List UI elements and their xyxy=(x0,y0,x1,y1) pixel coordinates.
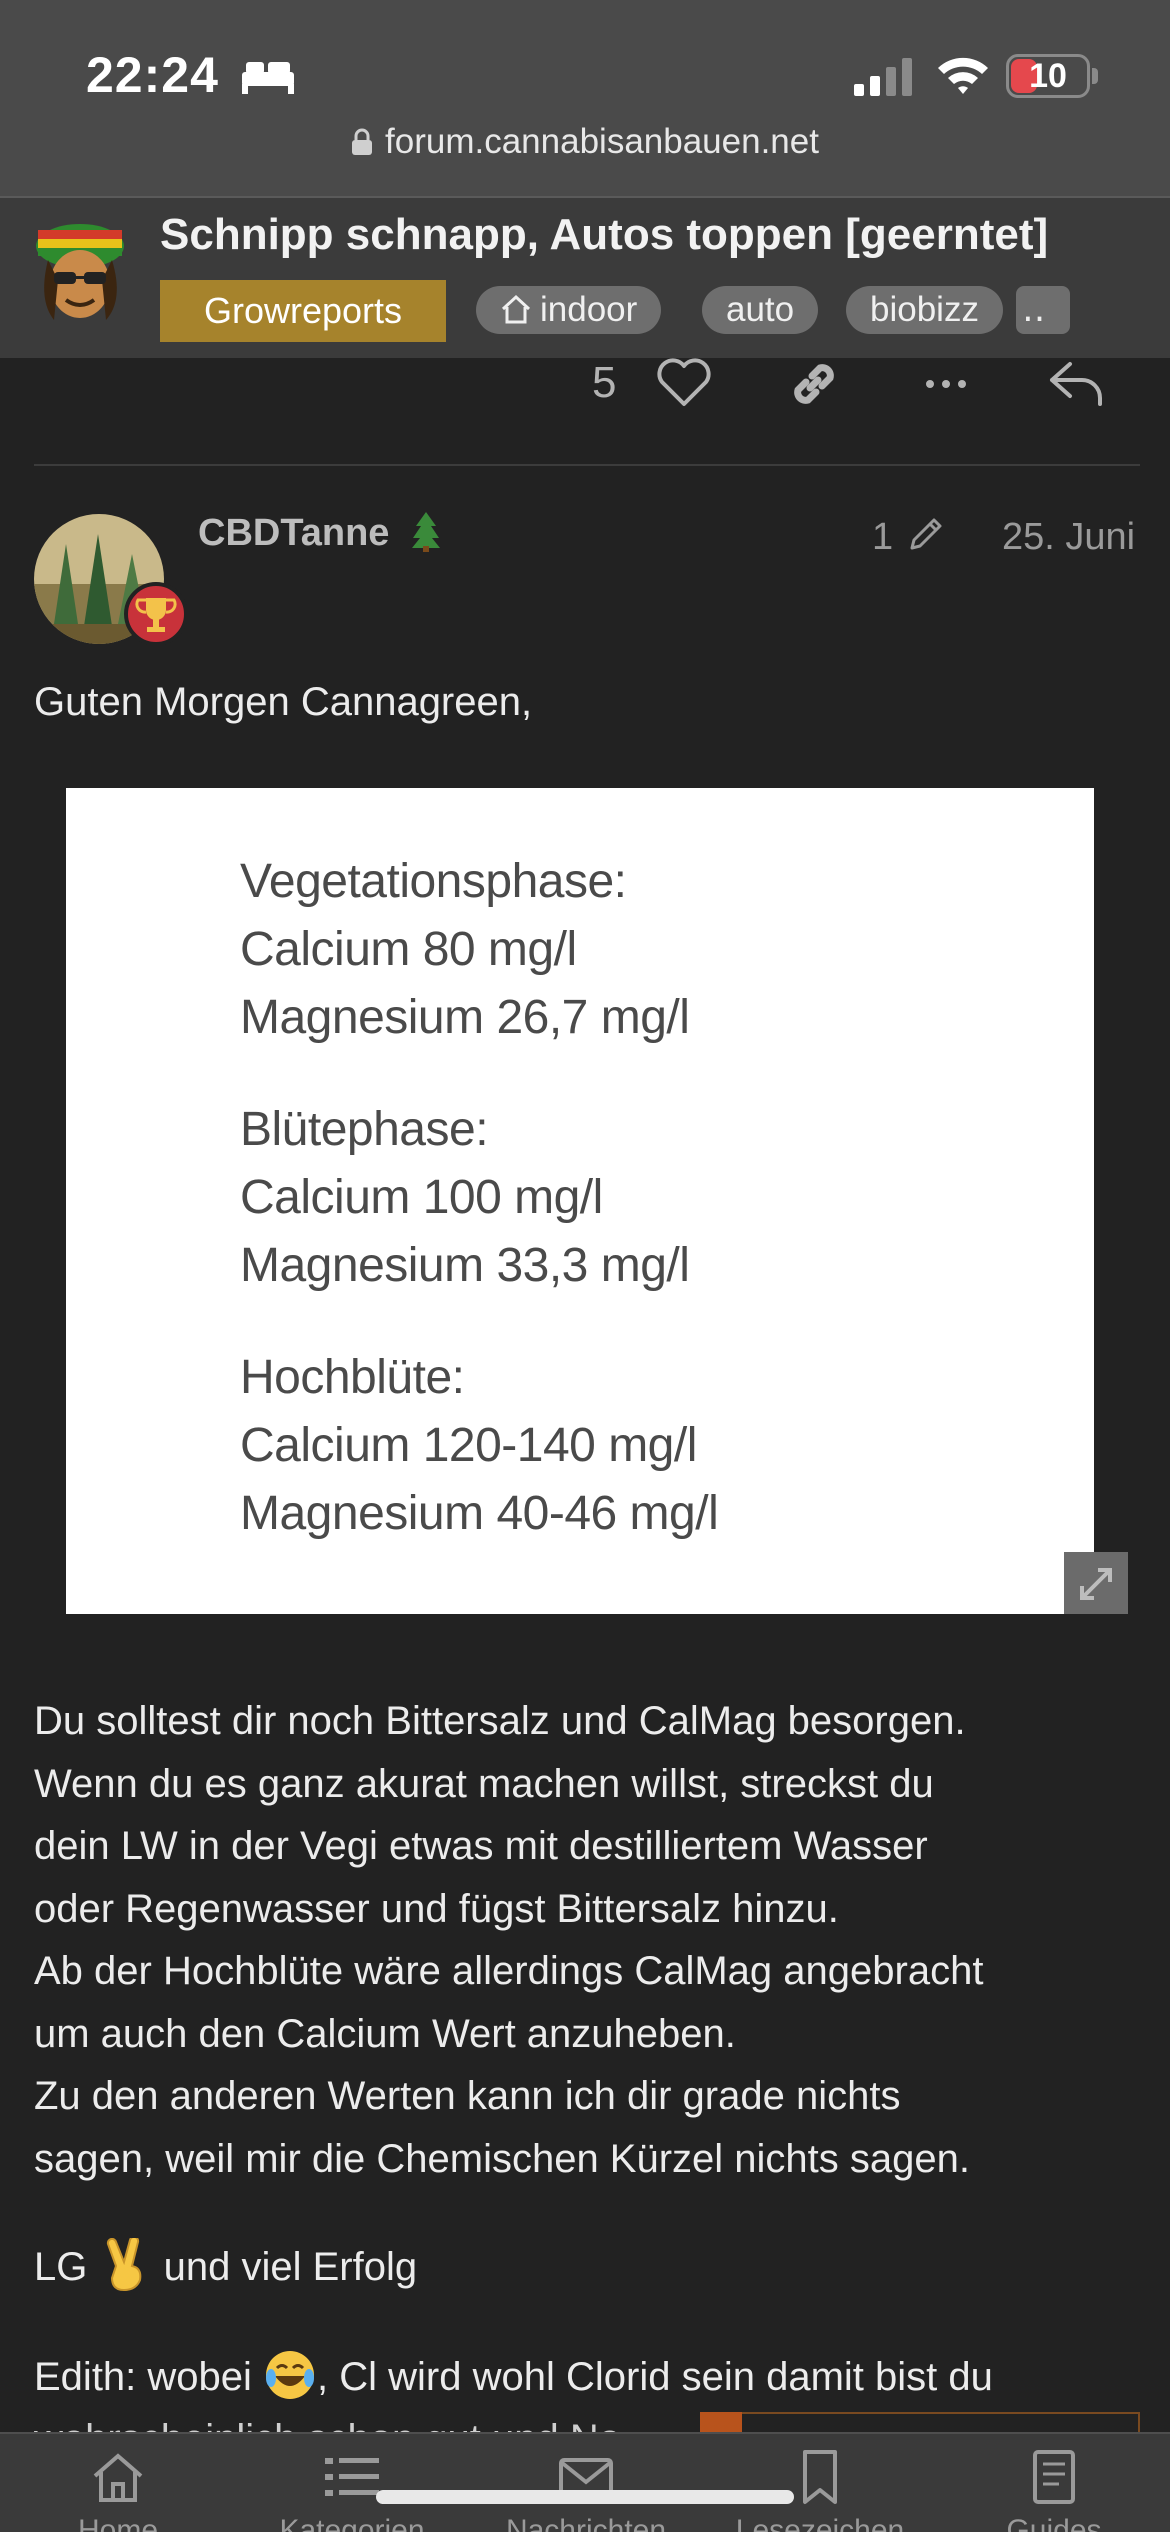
battery-icon: 10 xyxy=(1006,54,1090,98)
body-line: oder Regenwasser und fügst Bittersalz hi… xyxy=(34,1886,839,1931)
address-bar[interactable]: forum.cannabisanbauen.net xyxy=(0,122,1170,174)
battery-level: 10 xyxy=(1029,57,1067,95)
victory-hand-icon xyxy=(107,2238,142,2292)
lock-icon xyxy=(352,128,373,155)
nav-label: Home xyxy=(77,2514,159,2532)
tag-auto[interactable]: auto xyxy=(702,286,819,334)
edit-count[interactable]: 1 xyxy=(872,516,893,559)
post-divider xyxy=(34,464,1140,466)
post-greeting: Guten Morgen Cannagreen, xyxy=(34,680,533,724)
tag-label: indoor xyxy=(540,290,638,329)
nav-label: Guides xyxy=(1006,2514,1102,2532)
nutrient-line: Magnesium 40-46 mg/l xyxy=(240,1487,719,1540)
trophy-icon xyxy=(124,582,188,646)
cut-off-text-line: wahrscheinlich schon gut und Na Na xyxy=(34,2408,674,2432)
body-line: sagen, weil mir die Chemischen Kürzel ni… xyxy=(34,2136,970,2181)
site-logo-avatar[interactable] xyxy=(28,220,132,328)
post-username[interactable]: CBDTanne xyxy=(198,512,389,555)
nav-label: Nachrichten xyxy=(505,2514,667,2532)
post-date[interactable]: 25. Juni xyxy=(1002,516,1135,559)
url-text: forum.cannabisanbauen.net xyxy=(385,122,819,161)
nutrient-group: Vegetationsphase: Calcium 80 mg/l Magnes… xyxy=(240,848,718,1052)
body-line: Zu den anderen Werten kann ich dir grade… xyxy=(34,2074,901,2118)
expand-image-button[interactable] xyxy=(1064,1552,1128,1614)
nav-label: Kategorien xyxy=(279,2514,425,2532)
status-bar: 22:24 10 forum.cannabisanbauen.net xyxy=(0,0,1170,196)
bed-icon xyxy=(242,62,294,94)
signal-icon xyxy=(854,58,912,96)
nutrient-line: Magnesium 26,7 mg/l xyxy=(240,991,690,1044)
nav-home[interactable]: Home xyxy=(18,2448,218,2532)
nutrient-group: Blütephase: Calcium 100 mg/l Magnesium 3… xyxy=(240,1096,718,1300)
reply-icon[interactable] xyxy=(1048,358,1104,408)
body-line: dein LW in der Vegi etwas mit destillier… xyxy=(34,1824,928,1868)
quote-accent xyxy=(700,2412,742,2432)
heart-icon[interactable] xyxy=(656,358,712,408)
signoff-line: LG und viel Erfolg xyxy=(34,2236,417,2298)
tag-biobizz[interactable]: biobizz xyxy=(846,286,1003,334)
more-icon[interactable] xyxy=(924,378,968,390)
topic-title[interactable]: Schnipp schnapp, Autos toppen [geerntet] xyxy=(160,210,1048,260)
nutrient-line: Magnesium 33,3 mg/l xyxy=(240,1239,690,1292)
book-icon xyxy=(1033,2450,1075,2504)
nav-label: Lesezeichen xyxy=(735,2514,905,2532)
body-line: Ab der Hochblüte wäre allerdings CalMag … xyxy=(34,1949,984,1993)
link-icon[interactable] xyxy=(786,356,842,412)
home-tag-icon xyxy=(501,294,531,324)
list-icon xyxy=(325,2458,379,2496)
home-indicator[interactable] xyxy=(376,2490,794,2504)
category-badge[interactable]: Growreports xyxy=(160,280,446,342)
status-time: 22:24 xyxy=(86,47,219,103)
phase-heading: Hochblüte: xyxy=(240,1351,465,1404)
expand-icon xyxy=(1080,1568,1112,1600)
tree-icon xyxy=(412,512,440,552)
tag-indoor[interactable]: indoor xyxy=(476,286,662,334)
body-line: Du solltest dir noch Bittersalz und CalM… xyxy=(34,1699,966,1743)
body-line: Wenn du es ganz akurat machen willst, st… xyxy=(34,1761,934,1806)
post-body: Du solltest dir noch Bittersalz und CalM… xyxy=(34,1690,1144,2190)
signoff-suffix: und viel Erfolg xyxy=(163,2245,418,2289)
nutrient-values-text: Vegetationsphase: Calcium 80 mg/l Magnes… xyxy=(240,848,719,1592)
laughing-crying-face-icon xyxy=(266,2351,315,2399)
home-icon xyxy=(93,2453,143,2502)
phase-heading: Vegetationsphase: xyxy=(240,855,627,908)
nutrient-line: Calcium 80 mg/l xyxy=(240,923,577,976)
edit-note-prefix: Edith: wobei xyxy=(34,2355,252,2399)
bottom-navigation: Home Kategorien Nachrichten Lesezeichen … xyxy=(0,2432,1170,2532)
nutrient-group: Hochblüte: Calcium 120-140 mg/l Magnesiu… xyxy=(240,1344,719,1548)
signoff-prefix: LG xyxy=(34,2245,88,2289)
quote-block-edge xyxy=(700,2412,1140,2432)
wifi-icon xyxy=(938,57,988,94)
tags-more[interactable]: ‥ xyxy=(1016,286,1070,334)
like-count: 5 xyxy=(592,358,617,407)
nav-guides[interactable]: Guides xyxy=(954,2448,1154,2532)
edit-note-suffix: , Cl wird wohl Clorid sein damit bist du xyxy=(317,2355,993,2399)
nutrient-values-image[interactable]: Vegetationsphase: Calcium 80 mg/l Magnes… xyxy=(66,788,1094,1614)
edit-note-line: Edith: wobei , Cl wird wohl Clorid sein … xyxy=(34,2346,993,2408)
pencil-icon[interactable] xyxy=(904,514,946,556)
nutrient-line: Calcium 100 mg/l xyxy=(240,1171,603,1224)
phase-heading: Blütephase: xyxy=(240,1103,489,1156)
body-line: um auch den Calcium Wert anzuheben. xyxy=(34,2011,736,2056)
topic-header: Schnipp schnapp, Autos toppen [geerntet]… xyxy=(0,196,1170,358)
bookmark-icon xyxy=(803,2450,837,2504)
nutrient-line: Calcium 120-140 mg/l xyxy=(240,1419,697,1472)
